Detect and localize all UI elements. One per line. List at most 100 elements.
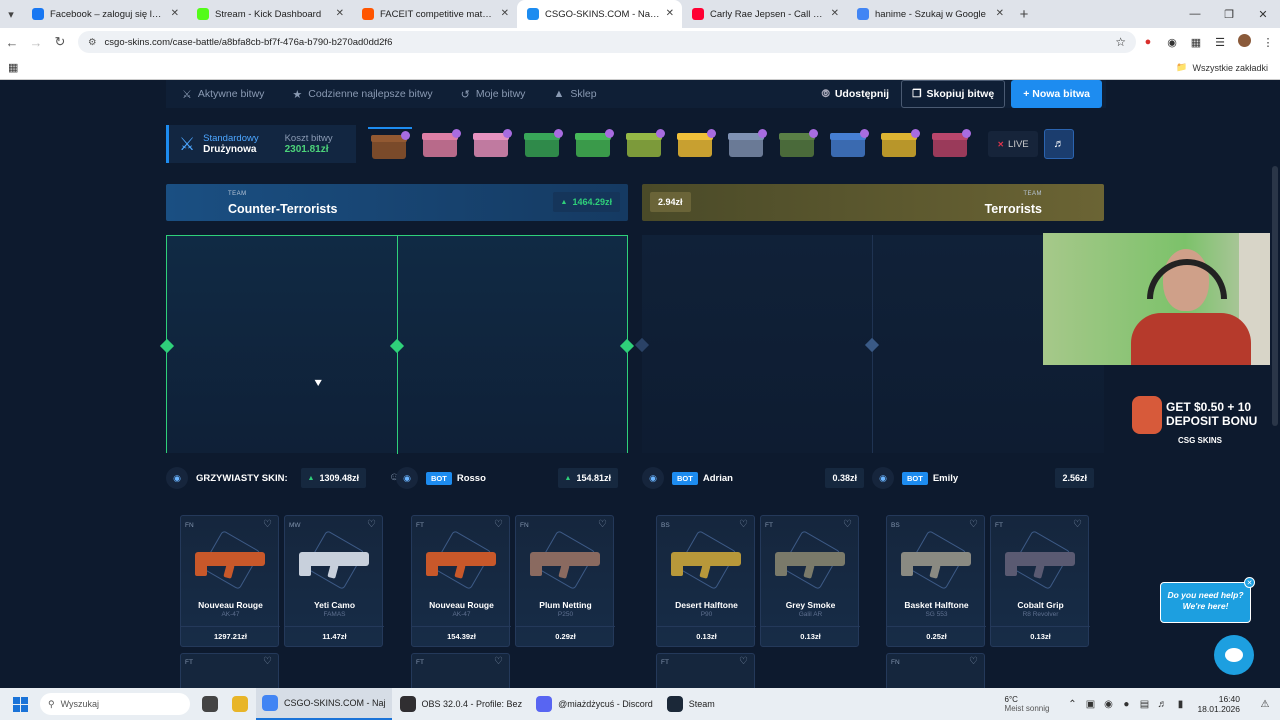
extension-icon[interactable]: ◉ bbox=[1160, 36, 1184, 49]
favorite-shield-icon[interactable]: ♡ bbox=[263, 519, 272, 530]
extension-icon[interactable]: ● bbox=[1136, 36, 1160, 48]
favorite-shield-icon[interactable]: ♡ bbox=[969, 656, 978, 667]
case-item[interactable] bbox=[572, 127, 616, 161]
case-item[interactable] bbox=[776, 127, 820, 161]
menu-icon[interactable]: ⋮ bbox=[1256, 36, 1280, 49]
page-scrollbar[interactable] bbox=[1270, 80, 1280, 688]
back-icon[interactable]: ← bbox=[0, 35, 24, 50]
favorite-shield-icon[interactable]: ♡ bbox=[263, 656, 272, 667]
case-item[interactable] bbox=[521, 127, 565, 161]
case-item[interactable] bbox=[623, 127, 667, 161]
media-control-icon[interactable]: ☰ bbox=[1208, 36, 1232, 49]
favorite-shield-icon[interactable]: ♡ bbox=[969, 519, 978, 530]
item-card[interactable]: BS ♡ Desert Halftone P90 0.13zł bbox=[656, 515, 756, 647]
item-card[interactable]: FT ♡ Nouveau Rouge AK-47 154.39zł bbox=[411, 515, 511, 647]
browser-tab[interactable]: Carly Rae Jepsen - Call Me Maybe ✕ bbox=[682, 0, 847, 28]
favorite-shield-icon[interactable]: ♡ bbox=[494, 656, 503, 667]
browser-tab[interactable]: Facebook – zaloguj się lub zarejestruj ✕ bbox=[22, 0, 187, 28]
profile-avatar[interactable] bbox=[1232, 34, 1256, 50]
bookmark-star-icon[interactable]: ☆ bbox=[1115, 35, 1126, 49]
nav-my-battles[interactable]: ↺ Moje bitwy bbox=[461, 88, 526, 101]
close-icon[interactable]: ✕ bbox=[1246, 8, 1280, 21]
apps-grid-icon[interactable]: ▦ bbox=[8, 61, 18, 74]
case-item[interactable] bbox=[419, 127, 463, 161]
browser-tab[interactable]: Stream - Kick Dashboard ✕ bbox=[187, 0, 352, 28]
item-card[interactable]: FT ♡ bbox=[180, 653, 279, 688]
scrollbar-thumb[interactable] bbox=[1272, 166, 1278, 426]
item-card[interactable]: FT ♡ Cobalt Grip R8 Revolver 0.13zł bbox=[990, 515, 1090, 647]
tab-close-icon[interactable]: ✕ bbox=[501, 8, 509, 19]
task-view-icon[interactable] bbox=[196, 688, 224, 720]
case-item[interactable] bbox=[929, 127, 973, 161]
tab-close-icon[interactable]: ✕ bbox=[831, 8, 839, 19]
item-card[interactable]: FT ♡ Grey Smoke Galil AR 0.13zł bbox=[760, 515, 860, 647]
tab-close-icon[interactable]: ✕ bbox=[336, 8, 344, 19]
favorite-shield-icon[interactable]: ♡ bbox=[598, 519, 607, 530]
deposit-bonus-banner[interactable]: GET $0.50 + 10 DEPOSIT BONU CSG SKINS bbox=[1128, 392, 1270, 450]
tab-close-icon[interactable]: ✕ bbox=[996, 8, 1004, 19]
case-item[interactable] bbox=[878, 127, 922, 161]
taskbar-app[interactable]: OBS 32.0.4 - Profile: Bez bbox=[394, 688, 529, 720]
case-badge-icon bbox=[656, 129, 665, 138]
site-info-icon[interactable]: ⚙ bbox=[88, 37, 97, 48]
tab-list-button[interactable]: ▾ bbox=[0, 0, 22, 28]
nav-shop[interactable]: ▲ Sklep bbox=[553, 88, 596, 100]
item-card[interactable]: FN ♡ bbox=[886, 653, 985, 688]
taskbar-app[interactable]: CSGO-SKINS.COM - Naj bbox=[256, 688, 392, 720]
tab-close-icon[interactable]: ✕ bbox=[171, 8, 179, 19]
windows-start-icon[interactable] bbox=[0, 696, 40, 712]
help-close-icon[interactable]: ✕ bbox=[1244, 577, 1255, 588]
browser-tab[interactable]: CSGO-SKINS.COM - Najlepsze ✕ bbox=[517, 0, 682, 28]
url-field[interactable]: ⚙ csgo-skins.com/case-battle/a8bfa8cb-bf… bbox=[78, 31, 1136, 53]
case-item[interactable] bbox=[470, 127, 514, 161]
help-bubble[interactable]: Do you need help? We're here! bbox=[1160, 582, 1251, 623]
case-item[interactable] bbox=[674, 127, 718, 161]
favorite-shield-icon[interactable]: ♡ bbox=[494, 519, 503, 530]
item-card[interactable]: FT ♡ bbox=[411, 653, 510, 688]
tray-app-icon[interactable]: ▣ bbox=[1081, 699, 1099, 710]
taskbar-app[interactable]: Steam bbox=[661, 688, 721, 720]
new-tab-button[interactable]: + bbox=[1012, 6, 1036, 23]
favorite-shield-icon[interactable]: ♡ bbox=[739, 656, 748, 667]
battery-icon[interactable]: ▮ bbox=[1171, 699, 1189, 710]
new-battle-button[interactable]: + Nowa bitwa bbox=[1011, 80, 1102, 108]
item-card[interactable]: BS ♡ Basket Halftone SG 553 0.25zł bbox=[886, 515, 986, 647]
item-card[interactable]: FT ♡ bbox=[656, 653, 755, 688]
item-card[interactable]: FN ♡ Nouveau Rouge AK-47 1297.21zł bbox=[180, 515, 280, 647]
item-card[interactable]: MW ♡ Yeti Camo FAMAS 11.47zł bbox=[284, 515, 384, 647]
taskbar-search[interactable]: ⚲ Wyszukaj bbox=[40, 693, 190, 715]
notification-bell-icon[interactable]: ⚠ bbox=[1256, 699, 1274, 710]
tray-app-icon[interactable]: ◉ bbox=[1099, 699, 1117, 710]
network-icon[interactable]: ▤ bbox=[1135, 699, 1153, 710]
all-bookmarks-link[interactable]: Wszystkie zakładki bbox=[1192, 63, 1268, 73]
maximize-icon[interactable]: ❐ bbox=[1212, 8, 1246, 21]
favorite-shield-icon[interactable]: ♡ bbox=[1073, 519, 1082, 530]
minimize-icon[interactable]: — bbox=[1178, 8, 1212, 21]
extensions-puzzle-icon[interactable]: ▦ bbox=[1184, 36, 1208, 49]
case-item[interactable] bbox=[827, 127, 871, 161]
browser-tab[interactable]: hanime - Szukaj w Google ✕ bbox=[847, 0, 1012, 28]
favorite-shield-icon[interactable]: ♡ bbox=[739, 519, 748, 530]
browser-tab[interactable]: FACEIT competitive match - FACEIT ✕ bbox=[352, 0, 517, 28]
forward-icon[interactable]: → bbox=[24, 35, 48, 50]
tab-close-icon[interactable]: ✕ bbox=[666, 8, 674, 19]
nav-active-battles[interactable]: ⚔ Aktywne bitwy bbox=[182, 88, 264, 101]
weather-widget[interactable]: 6°C Meist sonnig bbox=[1005, 695, 1050, 713]
case-item[interactable] bbox=[368, 127, 412, 161]
clock[interactable]: 16:40 18.01.2026 bbox=[1197, 694, 1240, 714]
file-explorer-icon[interactable] bbox=[226, 688, 254, 720]
volume-icon[interactable]: ♬ bbox=[1153, 699, 1171, 710]
favorite-shield-icon[interactable]: ♡ bbox=[843, 519, 852, 530]
favorite-shield-icon[interactable]: ♡ bbox=[367, 519, 376, 530]
item-card[interactable]: FN ♡ Plum Netting P250 0.29zł bbox=[515, 515, 615, 647]
sound-toggle-button[interactable]: ♬ bbox=[1044, 129, 1074, 159]
chat-button[interactable] bbox=[1214, 635, 1254, 675]
reload-icon[interactable]: ↻ bbox=[48, 34, 72, 50]
share-button[interactable]: ⦾ Udostępnij bbox=[821, 88, 889, 101]
copy-battle-button[interactable]: ❐ Skopiuj bitwę bbox=[901, 80, 1006, 108]
nav-daily-best[interactable]: ★ Codzienne najlepsze bitwy bbox=[292, 88, 432, 101]
taskbar-app[interactable]: @miażdżycuś - Discord bbox=[530, 688, 659, 720]
microphone-icon[interactable]: ● bbox=[1117, 699, 1135, 710]
case-item[interactable] bbox=[725, 127, 769, 161]
chevron-up-icon[interactable]: ⌃ bbox=[1063, 699, 1081, 710]
